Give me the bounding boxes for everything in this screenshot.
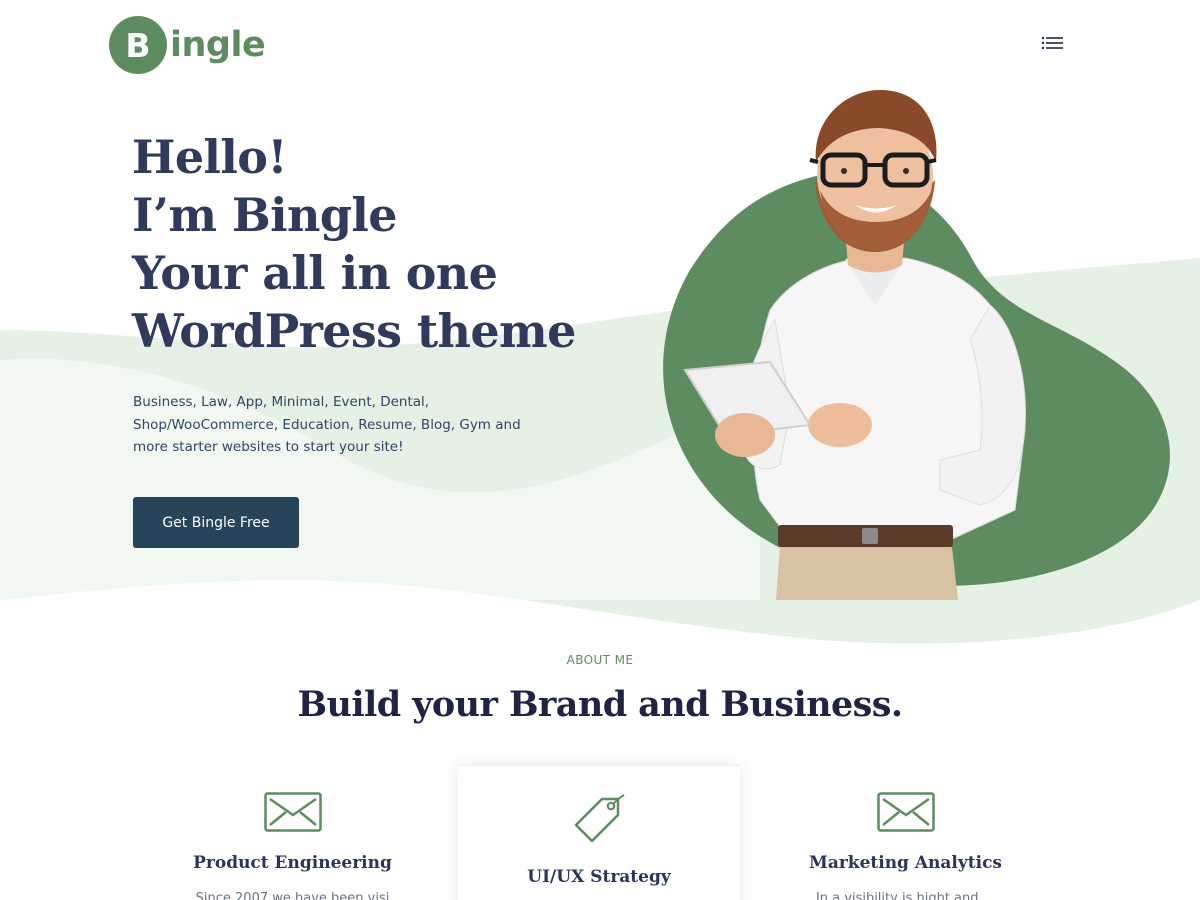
hero-description: Business, Law, App, Minimal, Event, Dent… xyxy=(133,391,553,459)
service-card-text: Since 2007 we have been visi xyxy=(195,891,390,900)
service-card-product-engineering[interactable]: Product Engineering Since 2007 we have b… xyxy=(145,765,440,900)
service-card-marketing-analytics[interactable]: Marketing Analytics In a visibility is h… xyxy=(758,765,1053,900)
price-tag-icon xyxy=(574,794,625,843)
hamburger-menu-icon[interactable] xyxy=(1038,30,1066,56)
hero-title-line: I’m Bingle xyxy=(132,188,398,242)
logo-mark: B xyxy=(109,16,167,74)
hero-title: Hello! I’m Bingle Your all in one WordPr… xyxy=(132,128,576,360)
logo-wordmark: ingle xyxy=(170,25,266,65)
envelope-icon xyxy=(876,792,935,832)
service-card-title: UI/UX Strategy xyxy=(527,867,671,887)
site-header: B ingle xyxy=(0,0,1200,90)
about-eyebrow: ABOUT ME xyxy=(566,653,634,667)
hero-description-line: Business, Law, App, Minimal, Event, Dent… xyxy=(133,394,430,410)
get-bingle-free-button[interactable]: Get Bingle Free xyxy=(133,497,299,548)
site-logo[interactable]: B ingle xyxy=(109,16,266,74)
service-card-text: In a visibility is hight and ... xyxy=(815,891,996,900)
about-title: Build your Brand and Business. xyxy=(297,684,904,725)
hero-description-line: more starter websites to start your site… xyxy=(133,439,404,455)
hero-person-image xyxy=(663,90,1170,600)
envelope-icon xyxy=(263,792,322,832)
service-card-ui-ux-strategy[interactable]: UI/UX Strategy xyxy=(458,765,740,900)
hero-title-line: Hello! xyxy=(132,130,288,184)
hero-description-line: Shop/WooCommerce, Education, Resume, Blo… xyxy=(133,416,521,433)
service-card-title: Product Engineering xyxy=(193,853,392,873)
hero-title-line: Your all in one xyxy=(132,246,498,300)
hero-title-line: WordPress theme xyxy=(132,304,576,358)
service-card-title: Marketing Analytics xyxy=(809,853,1002,873)
